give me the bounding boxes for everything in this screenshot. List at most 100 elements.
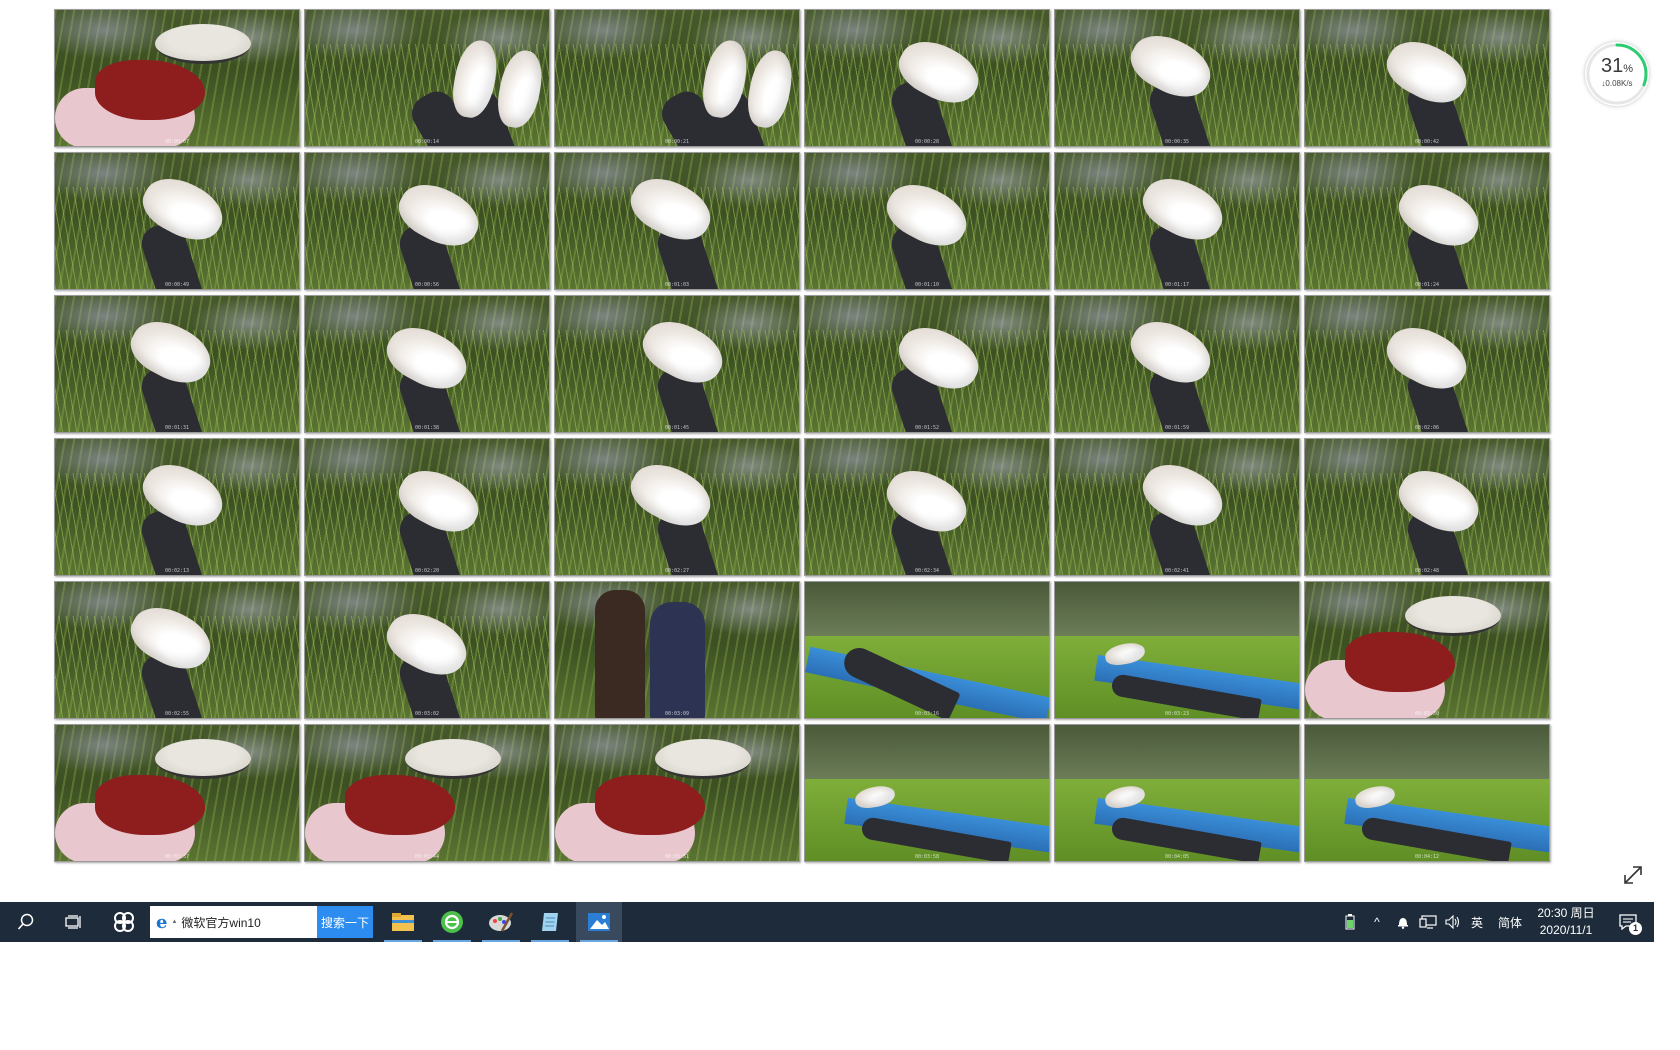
taskbar-search-input[interactable]: e ▲ 微软官方win10 (150, 906, 317, 938)
thumbnail-sock[interactable]: 00:01:52 (804, 295, 1050, 433)
volume-icon[interactable] (1442, 902, 1464, 942)
thumbnail-timestamp: 00:00:14 (414, 139, 440, 145)
thumbnail-sock[interactable]: 00:01:24 (1304, 152, 1550, 290)
thumbnail-lying-grass[interactable]: 00:04:05 (1054, 724, 1300, 862)
thumbnail-timestamp: 00:04:05 (1164, 854, 1190, 860)
thumbnail-woman-hat[interactable]: 00:03:51 (554, 724, 800, 862)
show-hidden-icons-chevron[interactable]: ^ (1366, 902, 1388, 942)
thumbnail-timestamp: 00:00:35 (1164, 139, 1190, 145)
thumbnail-sock[interactable]: 00:02:06 (1304, 295, 1550, 433)
thumbnail-timestamp: 00:04:12 (1414, 854, 1440, 860)
thumbnail-sock[interactable]: 00:01:17 (1054, 152, 1300, 290)
thumbnail-timestamp: 00:03:23 (1164, 711, 1190, 717)
thumbnail-timestamp: 00:03:37 (164, 854, 190, 860)
thumbnail-timestamp: 00:01:03 (664, 282, 690, 288)
thumbnail-timestamp: 00:01:31 (164, 425, 190, 431)
thumbnail-timestamp: 00:01:24 (1414, 282, 1440, 288)
thumbnail-lying-grass[interactable]: 00:03:23 (1054, 581, 1300, 719)
thumbnail-lying-mat[interactable]: 00:03:16 (804, 581, 1050, 719)
notepad-icon[interactable] (527, 902, 573, 942)
thumbnail-timestamp: 00:00:56 (414, 282, 440, 288)
thumbnail-timestamp: 00:01:10 (914, 282, 940, 288)
search-icon[interactable] (8, 902, 44, 942)
thumbnail-sock[interactable]: 00:02:48 (1304, 438, 1550, 576)
thumbnail-sock[interactable]: 00:02:20 (304, 438, 550, 576)
bell-icon[interactable] (1392, 902, 1414, 942)
thumbnail-timestamp: 00:01:38 (414, 425, 440, 431)
thumbnail-couple[interactable]: 00:03:09 (554, 581, 800, 719)
browser-icon[interactable] (429, 902, 475, 942)
thumbnail-sock[interactable]: 00:01:45 (554, 295, 800, 433)
notification-count-badge: 1 (1629, 922, 1642, 935)
battery-icon[interactable] (1340, 902, 1360, 942)
thumbnail-sock[interactable]: 00:00:28 (804, 9, 1050, 147)
thumbnail-timestamp: 00:03:58 (914, 854, 940, 860)
thumbnail-sock[interactable]: 00:00:35 (1054, 9, 1300, 147)
ime-mode-indicator[interactable]: 简体 (1494, 902, 1526, 942)
thumbnail-lying-grass[interactable]: 00:03:58 (804, 724, 1050, 862)
network-icon[interactable] (1416, 902, 1440, 942)
thumbnail-timestamp: 00:02:13 (164, 568, 190, 574)
thumbnail-woman-hat[interactable]: 00:03:30 (1304, 581, 1550, 719)
thumbnail-timestamp: 00:02:48 (1414, 568, 1440, 574)
thumbnail-sock[interactable]: 00:01:10 (804, 152, 1050, 290)
thumbnail-timestamp: 00:02:20 (414, 568, 440, 574)
search-go-button[interactable]: 搜索一下 (317, 906, 373, 938)
thumbnail-timestamp: 00:01:45 (664, 425, 690, 431)
thumbnail-timestamp: 00:03:02 (414, 711, 440, 717)
speed-percent: 31% (1600, 55, 1634, 77)
thumbnail-woman-hat[interactable]: 00:03:37 (54, 724, 300, 862)
thumbnail-timestamp: 00:02:06 (1414, 425, 1440, 431)
thumbnail-sock[interactable]: 00:00:56 (304, 152, 550, 290)
network-speed-widget[interactable]: 31% ↓0.08K/s (1585, 42, 1649, 106)
thumbnail-two-socks[interactable]: 00:00:14 (304, 9, 550, 147)
thumbnail-timestamp: 00:01:59 (1164, 425, 1190, 431)
pinwheel-app-icon[interactable] (104, 902, 144, 942)
thumbnail-sock[interactable]: 00:00:49 (54, 152, 300, 290)
ime-language-indicator[interactable]: 英 (1466, 902, 1488, 942)
task-view-icon[interactable] (56, 902, 92, 942)
thumbnail-timestamp: 00:02:27 (664, 568, 690, 574)
action-center-icon[interactable]: 1 (1610, 902, 1646, 942)
thumbnail-woman-hat[interactable]: 00:03:44 (304, 724, 550, 862)
thumbnail-sock[interactable]: 00:01:31 (54, 295, 300, 433)
thumbnail-timestamp: 00:01:52 (914, 425, 940, 431)
thumbnail-timestamp: 00:02:41 (1164, 568, 1190, 574)
photos-icon[interactable] (576, 902, 622, 942)
search-text: 微软官方win10 (181, 915, 261, 930)
file-explorer-icon[interactable] (380, 902, 426, 942)
thumbnail-grid: 00:00:07 00:00:14 00:00:21 00:00:28 00:00:35… (54, 9, 1550, 862)
thumbnail-sock[interactable]: 00:02:27 (554, 438, 800, 576)
thumbnail-sock[interactable]: 00:03:02 (304, 581, 550, 719)
thumbnail-timestamp: 00:02:55 (164, 711, 190, 717)
clock-time: 20:30 周日 (1537, 906, 1595, 920)
thumbnail-woman-hat[interactable]: 00:00:07 (54, 9, 300, 147)
thumbnail-sock[interactable]: 00:01:38 (304, 295, 550, 433)
dropdown-caret-icon[interactable]: ▲ (171, 919, 177, 925)
thumbnail-timestamp: 00:00:42 (1414, 139, 1440, 145)
thumbnail-sock[interactable]: 00:02:34 (804, 438, 1050, 576)
thumbnail-timestamp: 00:03:51 (664, 854, 690, 860)
thumbnail-sock[interactable]: 00:01:03 (554, 152, 800, 290)
thumbnail-sock[interactable]: 00:02:41 (1054, 438, 1300, 576)
thumbnail-lying-grass[interactable]: 00:04:12 (1304, 724, 1550, 862)
thumbnail-timestamp: 00:01:17 (1164, 282, 1190, 288)
taskbar: e ▲ 微软官方win10 搜索一下 ^ 英 简体 20:30 周日 2020/… (0, 902, 1654, 942)
thumbnail-sock[interactable]: 00:01:59 (1054, 295, 1300, 433)
thumbnail-timestamp: 00:03:09 (664, 711, 690, 717)
ie-icon: e (156, 911, 168, 933)
thumbnail-two-socks[interactable]: 00:00:21 (554, 9, 800, 147)
thumbnail-sock[interactable]: 00:02:13 (54, 438, 300, 576)
expand-icon[interactable] (1622, 864, 1644, 886)
thumbnail-sock[interactable]: 00:00:42 (1304, 9, 1550, 147)
clock-date: 2020/11/1 (1539, 923, 1593, 937)
system-clock[interactable]: 20:30 周日 2020/11/1 (1530, 905, 1602, 939)
download-rate: ↓0.08K/s (1601, 79, 1633, 88)
thumbnail-sock[interactable]: 00:02:55 (54, 581, 300, 719)
thumbnail-timestamp: 00:03:44 (414, 854, 440, 860)
thumbnail-timestamp: 00:00:07 (164, 139, 190, 145)
thumbnail-timestamp: 00:00:21 (664, 139, 690, 145)
thumbnail-timestamp: 00:02:34 (914, 568, 940, 574)
thumbnail-timestamp: 00:03:30 (1414, 711, 1440, 717)
paint-icon[interactable] (478, 902, 524, 942)
